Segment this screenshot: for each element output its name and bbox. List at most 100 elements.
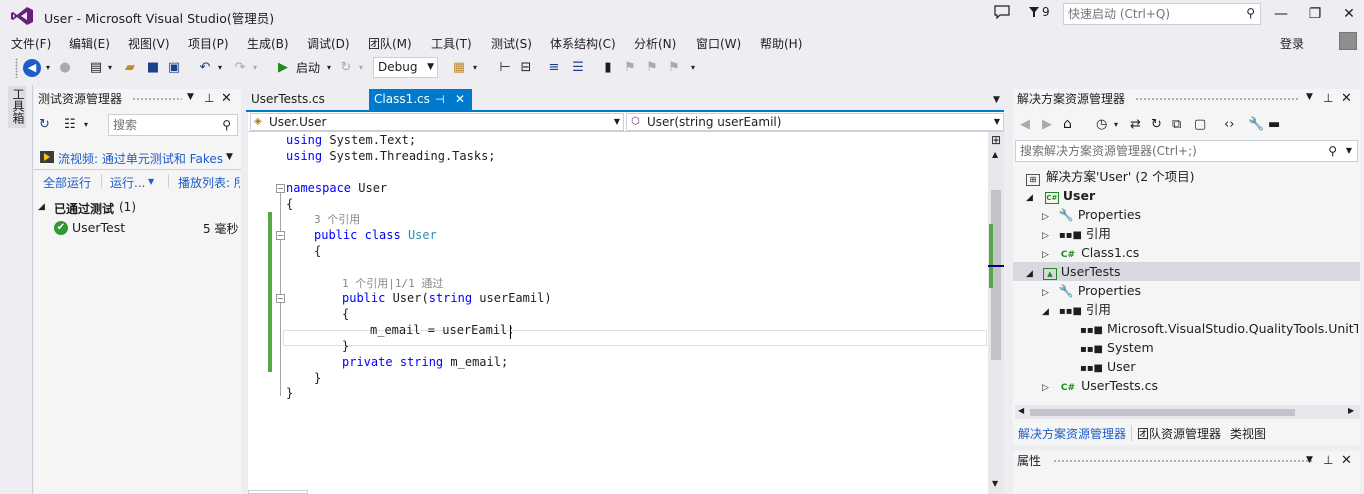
menu-test[interactable]: 测试(S): [491, 35, 532, 52]
test-item-name[interactable]: UserTest: [72, 220, 125, 235]
menu-edit[interactable]: 编辑(E): [69, 35, 110, 52]
menu-help[interactable]: 帮助(H): [760, 35, 802, 52]
outline-icon[interactable]: ⊢: [497, 59, 513, 77]
avatar[interactable]: [1339, 32, 1357, 50]
toolbox-tab[interactable]: 工具箱: [10, 88, 27, 124]
close-window-button[interactable]: ✕: [1336, 4, 1362, 24]
pin-icon[interactable]: ⊥: [1323, 453, 1333, 467]
open-file-icon[interactable]: ▰: [121, 59, 139, 77]
clear-bookmarks-icon[interactable]: ⚑: [666, 59, 682, 77]
pin-icon[interactable]: ⊥: [1323, 91, 1333, 105]
find-dropdown-icon[interactable]: ▾: [470, 59, 480, 77]
scroll-left-icon[interactable]: ◀: [1018, 406, 1024, 415]
redo-dropdown-icon[interactable]: ▾: [250, 59, 260, 77]
run-tests-icon[interactable]: ↻: [39, 117, 50, 132]
undo-dropdown-icon[interactable]: ▾: [215, 59, 225, 77]
tab-class-view[interactable]: 类视图: [1230, 425, 1266, 442]
sync-icon[interactable]: ⇄: [1130, 117, 1141, 132]
close-tab-icon[interactable]: ✕: [455, 89, 465, 110]
preview-icon[interactable]: ▬: [1268, 117, 1280, 132]
start-play-icon[interactable]: ▶: [276, 59, 290, 77]
run-dropdown-icon[interactable]: ▼: [148, 177, 154, 186]
split-view-icon[interactable]: ⊞: [991, 133, 1001, 147]
codelens-references[interactable]: 3 个引用: [314, 212, 360, 228]
panel-menu-icon[interactable]: ▼: [1306, 455, 1313, 465]
tree-reference-system[interactable]: ▪▪■ System: [1080, 338, 1154, 357]
tree-reference-unittest[interactable]: ▪▪■ Microsoft.VisualStudio.QualityTools.U…: [1080, 319, 1358, 338]
close-panel-icon[interactable]: ✕: [1341, 453, 1352, 468]
scroll-up-icon[interactable]: ▲: [992, 150, 998, 159]
run-all-link[interactable]: 全部运行: [43, 174, 91, 191]
menu-view[interactable]: 视图(V): [128, 35, 170, 52]
prev-bookmark-icon[interactable]: ⚑: [622, 59, 638, 77]
zoom-control[interactable]: [248, 490, 308, 494]
test-search-input[interactable]: 搜索 ⚲: [108, 114, 238, 136]
panel-menu-icon[interactable]: ▼: [187, 92, 194, 102]
quick-launch-input[interactable]: [1064, 4, 1234, 24]
forward-icon[interactable]: ▶: [1042, 117, 1052, 132]
menu-team[interactable]: 团队(M): [368, 35, 412, 52]
close-panel-icon[interactable]: ✕: [1341, 91, 1352, 106]
collapse-arrow-icon[interactable]: ◢: [38, 202, 45, 212]
home-icon[interactable]: ⌂: [1063, 116, 1072, 132]
tree-solution[interactable]: ⊞ 解决方案'User' (2 个项目): [1026, 167, 1195, 186]
menu-analyze[interactable]: 分析(N): [634, 35, 676, 52]
refresh-icon[interactable]: ↻: [338, 59, 354, 77]
navigate-forward-icon[interactable]: ●: [57, 59, 73, 77]
tab-class1-active[interactable]: Class1.cs ⊣ ✕: [369, 89, 472, 110]
pin-tab-icon[interactable]: ⊣: [435, 89, 445, 110]
tree-project-user[interactable]: ◢ C# User: [1026, 186, 1095, 205]
undo-icon[interactable]: ↶: [196, 59, 214, 77]
stream-dropdown-icon[interactable]: ▼: [226, 152, 233, 162]
new-dropdown-icon[interactable]: ▾: [105, 59, 115, 77]
next-bookmark-icon[interactable]: ⚑: [644, 59, 660, 77]
back-icon[interactable]: ◀: [1020, 117, 1030, 132]
comment-icon[interactable]: ≡: [546, 59, 562, 77]
tab-solution-explorer[interactable]: 解决方案资源管理器: [1018, 425, 1126, 442]
notification-flag-icon[interactable]: [1028, 6, 1040, 22]
tab-usertests[interactable]: UserTests.cs: [246, 89, 330, 110]
passed-tests-group[interactable]: 已通过测试: [54, 200, 114, 217]
collapse-all-icon[interactable]: ⧉: [1172, 117, 1181, 132]
collapse-class-icon[interactable]: −: [276, 231, 285, 240]
quick-launch[interactable]: ⚲: [1063, 3, 1261, 25]
group-by-dropdown-icon[interactable]: ▾: [84, 120, 88, 129]
start-button[interactable]: 启动: [296, 59, 320, 77]
menu-project[interactable]: 项目(P): [188, 35, 229, 52]
tree-class1[interactable]: ▷ C# Class1.cs: [1042, 243, 1139, 262]
find-in-files-icon[interactable]: ▦: [451, 59, 467, 77]
format-icon[interactable]: ⊟: [518, 59, 534, 77]
tab-team-explorer[interactable]: 团队资源管理器: [1137, 425, 1221, 442]
scroll-down-icon[interactable]: ▼: [992, 479, 998, 488]
menu-architecture[interactable]: 体系结构(C): [550, 35, 616, 52]
login-link[interactable]: 登录: [1280, 35, 1304, 52]
bookmark-icon[interactable]: ▮: [601, 59, 615, 77]
codelens-references-tests[interactable]: 1 个引用|1/1 通过: [342, 276, 443, 292]
collapse-namespace-icon[interactable]: −: [276, 184, 285, 193]
menu-tools[interactable]: 工具(T): [431, 35, 472, 52]
back-dropdown-icon[interactable]: ▾: [43, 59, 53, 77]
playlist-link[interactable]: 播放列表: 所: [178, 174, 240, 191]
group-by-icon[interactable]: ☷: [64, 117, 76, 132]
save-all-icon[interactable]: ▣: [166, 59, 182, 77]
minimize-button[interactable]: —: [1268, 4, 1294, 24]
refresh-icon[interactable]: ↻: [1151, 117, 1162, 132]
menu-window[interactable]: 窗口(W): [696, 35, 741, 52]
view-code-icon[interactable]: ‹›: [1224, 117, 1234, 132]
stream-video-link[interactable]: 流视频: 通过单元测试和 Fakes: [58, 150, 223, 167]
menu-debug[interactable]: 调试(D): [307, 35, 350, 52]
pending-dropdown-icon[interactable]: ▾: [1114, 120, 1118, 129]
member-dropdown[interactable]: ⬡ User(string userEamil) ▼: [626, 113, 1004, 131]
close-panel-icon[interactable]: ✕: [221, 91, 232, 106]
show-all-files-icon[interactable]: ▢: [1194, 117, 1206, 132]
panel-menu-icon[interactable]: ▼: [1306, 92, 1313, 102]
navigate-back-icon[interactable]: ◀: [23, 59, 41, 77]
menu-file[interactable]: 文件(F): [11, 35, 51, 52]
pin-icon[interactable]: ⊥: [204, 91, 214, 105]
toolbar-overflow-icon[interactable]: ▾: [688, 59, 698, 77]
pending-changes-icon[interactable]: ◷: [1096, 117, 1107, 132]
tree-reference-user[interactable]: ▪▪■ User: [1080, 357, 1136, 376]
tree-properties[interactable]: ▷ 🔧 Properties: [1042, 205, 1141, 224]
tree-project-usertests[interactable]: ◢ ▲ UserTests: [1026, 262, 1121, 281]
solution-search-input[interactable]: 搜索解决方案资源管理器(Ctrl+;) ⚲ ▼: [1015, 140, 1358, 162]
